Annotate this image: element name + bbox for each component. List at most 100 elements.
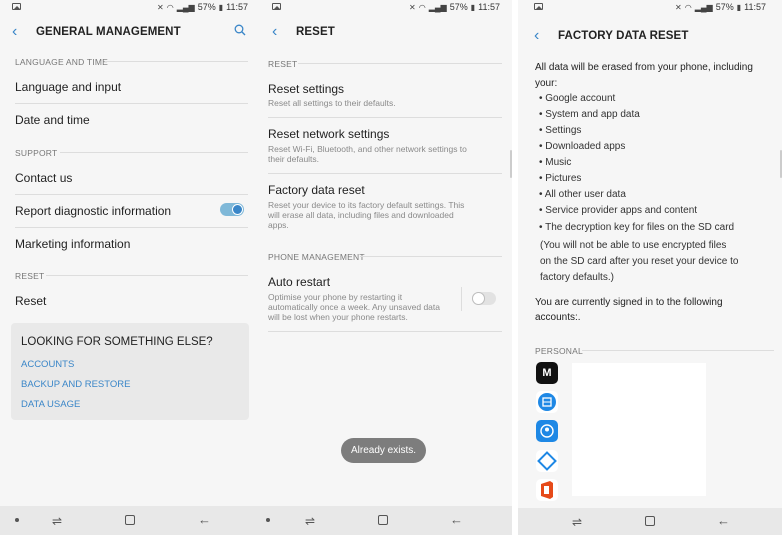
gallery-notification-icon [534, 3, 543, 10]
nav-back-icon[interactable]: ← [717, 513, 730, 528]
date-time-item[interactable]: Date and time [15, 113, 90, 127]
page-title: GENERAL MANAGEMENT [36, 26, 181, 38]
qr-scanner-icon[interactable] [536, 391, 558, 413]
bullet-item: • Downloaded apps [539, 141, 626, 152]
toggle-knob [472, 292, 485, 305]
marketing-info-item[interactable]: Marketing information [15, 237, 130, 251]
sync-icon[interactable] [536, 450, 558, 472]
intro-line-1: All data will be erased from your phone,… [535, 62, 753, 73]
back-arrow-icon[interactable]: ‹ [534, 28, 548, 44]
edge-handle [510, 150, 512, 178]
reset-network-item[interactable]: Reset network settings [268, 127, 389, 141]
battery-percent: 57% [197, 2, 216, 12]
bullet-item: • All other user data [539, 189, 626, 200]
factory-reset-desc-2: will erase all data, including files and… [268, 210, 454, 220]
card-title: LOOKING FOR SOMETHING ELSE? [21, 336, 213, 348]
signal-icon: ▂▄▆ [176, 2, 195, 12]
battery-icon: ▮ [218, 2, 224, 12]
page-title: RESET [296, 26, 335, 38]
navigation-bar: ⇌ ← [0, 506, 260, 535]
factory-reset-desc-3: apps. [268, 220, 289, 230]
section-phone-management: PHONE MANAGEMENT [268, 252, 365, 262]
recents-icon[interactable]: ⇌ [572, 515, 582, 529]
account-glyph [536, 420, 558, 442]
bullet-item: • Settings [539, 125, 582, 136]
auto-restart-item[interactable]: Auto restart [268, 275, 330, 289]
mute-icon: ✕ [157, 2, 164, 12]
reset-network-desc-1: Reset Wi-Fi, Bluetooth, and other networ… [268, 144, 467, 154]
report-diagnostic-toggle[interactable] [220, 203, 244, 216]
recents-icon[interactable]: ⇌ [52, 514, 62, 528]
signal-icon: ▂▄▆ [694, 2, 713, 12]
reset-settings-desc: Reset all settings to their defaults. [268, 98, 396, 108]
wifi-icon: ◠ [418, 2, 426, 12]
auto-restart-toggle[interactable] [472, 292, 496, 305]
home-icon[interactable] [645, 516, 655, 526]
app-bar: ‹ RESET [260, 18, 512, 46]
reset-network-desc-2: their defaults. [268, 154, 320, 164]
samsung-account-icon[interactable] [536, 420, 558, 442]
battery-percent: 57% [715, 2, 734, 12]
mute-icon: ✕ [675, 2, 682, 12]
gallery-notification-icon [12, 3, 21, 10]
report-diagnostic-item[interactable]: Report diagnostic information [15, 204, 171, 218]
bullet-text: All other user data [544, 189, 626, 200]
factory-reset-desc-1: Reset your device to its factory default… [268, 200, 465, 210]
divider [298, 63, 502, 64]
bullet-item: • Google account [539, 93, 616, 104]
nav-back-icon[interactable]: ← [198, 512, 211, 527]
bullet-item: • System and app data [539, 109, 640, 120]
status-bar: ✕ ◠ ▂▄▆ 57% ▮ 11:57 [260, 0, 512, 16]
bullet-item: • The decryption key for files on the SD… [539, 222, 735, 233]
backup-restore-link[interactable]: BACKUP AND RESTORE [21, 379, 130, 390]
search-icon[interactable] [234, 24, 246, 36]
home-icon[interactable] [378, 515, 388, 525]
nav-back-icon[interactable]: ← [450, 512, 463, 527]
toggle-knob [232, 204, 243, 215]
back-arrow-icon[interactable]: ‹ [272, 24, 286, 40]
divider [15, 103, 248, 104]
divider [15, 194, 248, 195]
auto-restart-desc-1: Optimise your phone by restarting it [268, 292, 403, 302]
reset-settings-item[interactable]: Reset settings [268, 82, 344, 96]
intro-line-2: your: [535, 78, 558, 89]
office-icon[interactable] [536, 479, 558, 501]
wifi-icon: ◠ [166, 2, 174, 12]
reset-item[interactable]: Reset [15, 294, 46, 308]
mute-icon: ✕ [409, 2, 416, 12]
divider [60, 152, 248, 153]
contact-us-item[interactable]: Contact us [15, 171, 72, 185]
recents-icon[interactable]: ⇌ [305, 514, 315, 528]
home-icon[interactable] [125, 515, 135, 525]
bullet-text: Pictures [545, 173, 582, 184]
divider [15, 227, 248, 228]
toast-message: Already exists. [341, 438, 426, 463]
section-support: SUPPORT [15, 148, 58, 158]
data-usage-link[interactable]: DATA USAGE [21, 399, 80, 410]
navigation-bar: ⇌ ← [260, 506, 512, 535]
clock: 11:57 [478, 2, 500, 12]
signed-in-line-1: You are currently signed in to the follo… [535, 297, 723, 308]
bullet-text: Music [545, 157, 572, 168]
nav-dot-icon[interactable] [15, 518, 19, 522]
factory-data-reset-screen: ✕ ◠ ▂▄▆ 57% ▮ 11:57 ‹ FACTORY DATA RESET… [518, 0, 782, 535]
status-bar: ✕ ◠ ▂▄▆ 57% ▮ 11:57 [518, 0, 782, 16]
bullet-item: • Service provider apps and content [539, 205, 698, 216]
auto-restart-desc-2: automatically once a week. Any unsaved d… [268, 302, 440, 312]
bullet-item: • Pictures [539, 173, 582, 184]
back-arrow-icon[interactable]: ‹ [12, 24, 26, 40]
divider [582, 350, 774, 351]
vertical-divider [461, 287, 462, 311]
note-line-3: factory defaults.) [540, 272, 614, 283]
divider [268, 331, 502, 332]
bullet-text: Settings [545, 125, 582, 136]
divider [268, 117, 502, 118]
nav-dot-icon[interactable] [266, 518, 270, 522]
medium-icon[interactable]: M [536, 362, 558, 384]
factory-reset-item[interactable]: Factory data reset [268, 183, 365, 197]
qr-scanner-glyph [538, 393, 556, 411]
accounts-redacted-area [572, 363, 706, 496]
language-input-item[interactable]: Language and input [15, 80, 121, 94]
looking-for-something-card: LOOKING FOR SOMETHING ELSE? ACCOUNTS BAC… [11, 323, 249, 420]
accounts-link[interactable]: ACCOUNTS [21, 359, 74, 370]
